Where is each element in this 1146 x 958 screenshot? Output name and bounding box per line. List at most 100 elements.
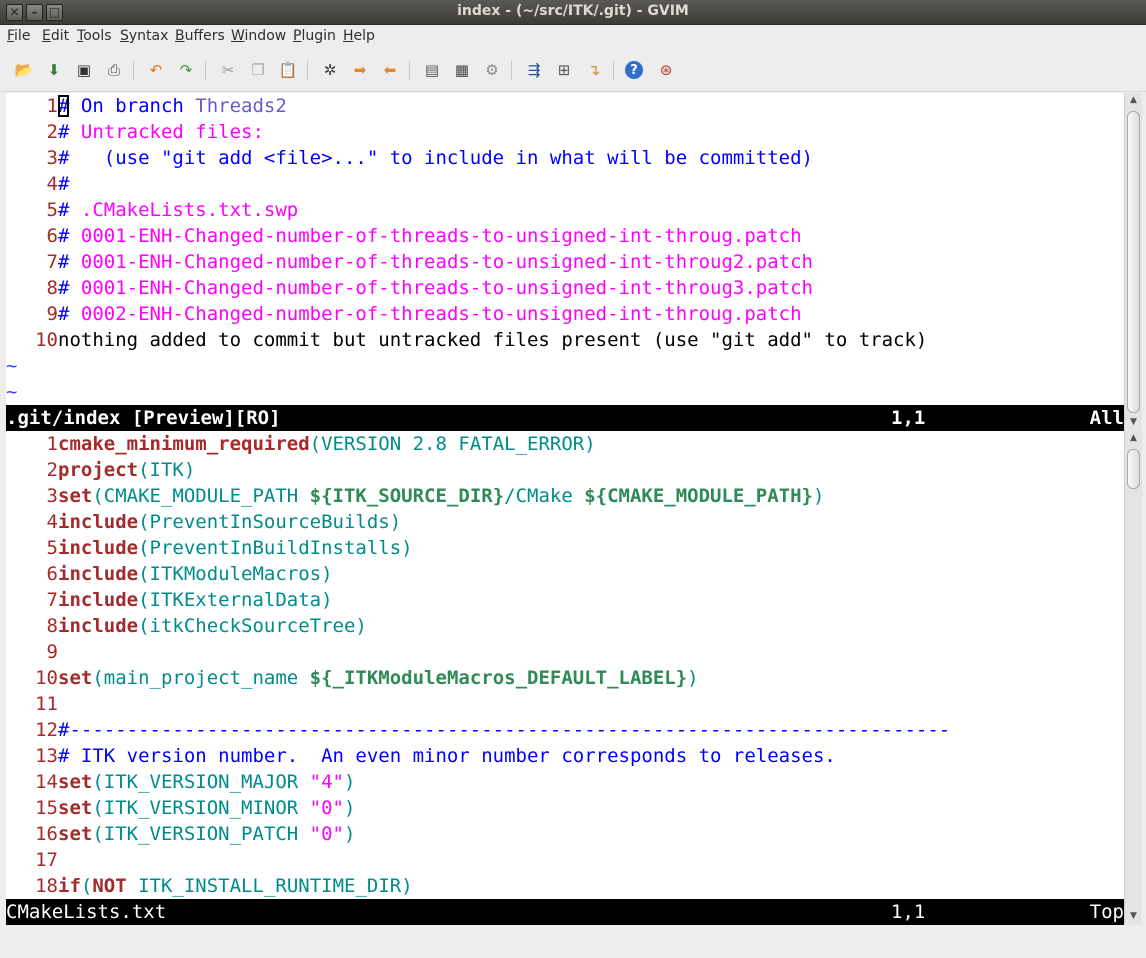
find-replace-icon[interactable]: ✲ — [319, 59, 341, 81]
menu-help[interactable]: Help — [343, 28, 375, 44]
code-token: (ITK_VERSION_MINOR — [92, 797, 310, 819]
save-session-icon[interactable]: ▦ — [451, 59, 473, 81]
code-line[interactable]: 5 # .CMakeLists.txt.swp — [6, 197, 1124, 223]
empty-line-marker: ~ — [6, 381, 18, 403]
code-line[interactable]: 10 set(main_project_name ${_ITKModuleMacr… — [6, 665, 1124, 691]
code-line[interactable]: 1 cmake_minimum_required(VERSION 2.8 FATA… — [6, 431, 1124, 457]
menu-edit[interactable]: Edit — [42, 28, 69, 44]
scroll-down-icon[interactable]: ▼ — [1128, 911, 1139, 921]
code-line[interactable]: 3 set(CMAKE_MODULE_PATH ${ITK_SOURCE_DIR}… — [6, 483, 1124, 509]
menu-tools[interactable]: Tools — [77, 28, 112, 44]
code-token: set — [58, 485, 93, 507]
help-icon[interactable]: ? — [625, 61, 643, 79]
open-icon[interactable]: 📂 — [13, 59, 35, 81]
run-script-icon[interactable]: ⚙ — [481, 59, 503, 81]
code-line[interactable]: 5 include(PreventInBuildInstalls) — [6, 535, 1124, 561]
code-line[interactable]: 15 set(ITK_VERSION_MINOR "0") — [6, 795, 1124, 821]
tags-icon[interactable]: ↴ — [583, 59, 605, 81]
code-line[interactable]: 8 # 0001-ENH-Changed-number-of-threads-to… — [6, 275, 1124, 301]
code-token: include — [58, 615, 139, 637]
line-number: 5 — [46, 537, 58, 559]
redo-icon[interactable]: ↷ — [175, 59, 197, 81]
line-text: # ITK version number. An even minor numb… — [58, 743, 836, 769]
code-token: cmake_minimum_required — [58, 433, 310, 455]
shell-icon[interactable]: ⊞ — [553, 59, 575, 81]
preview-scrollbar[interactable]: ▲ ▼ — [1124, 93, 1142, 431]
menu-buffers[interactable]: Buffers — [175, 28, 225, 44]
scroll-down-icon[interactable]: ▼ — [1128, 417, 1139, 427]
find-next-icon[interactable]: ➡ — [349, 59, 371, 81]
main-status-line: CMakeLists.txt 1,1 Top — [6, 899, 1124, 925]
save-icon[interactable]: ⬇ — [43, 59, 65, 81]
code-line[interactable]: 6 # 0001-ENH-Changed-number-of-threads-to… — [6, 223, 1124, 249]
find-help-icon[interactable]: ⊛ — [655, 59, 677, 81]
line-text: #---------------------------------------… — [58, 717, 950, 743]
preview-pane[interactable]: 1 # On branch Threads2 2 # Untracked files:… — [6, 93, 1124, 405]
code-line[interactable]: 2 project(ITK) — [6, 457, 1124, 483]
menu-label: ools — [83, 28, 112, 44]
code-line[interactable]: 17 — [6, 847, 1124, 873]
code-line[interactable]: 11 — [6, 691, 1124, 717]
menu-label: dit — [50, 28, 70, 44]
save-all-icon[interactable]: ▣ — [73, 59, 95, 81]
code-line[interactable]: 12 #-------------------------------------… — [6, 717, 1124, 743]
line-text: cmake_minimum_required(VERSION 2.8 FATAL… — [58, 431, 596, 457]
paste-icon[interactable]: 📋 — [277, 59, 299, 81]
code-token: set — [58, 667, 93, 689]
code-line[interactable]: 13 # ITK version number. An even minor nu… — [6, 743, 1124, 769]
code-line[interactable]: 7 include(ITKExternalData) — [6, 587, 1124, 613]
menu-syntax[interactable]: Syntax — [120, 28, 168, 44]
code-token: (VERSION 2.8 FATAL_ERROR) — [309, 433, 596, 455]
line-text: set(CMAKE_MODULE_PATH ${ITK_SOURCE_DIR}/… — [58, 483, 824, 509]
code-line[interactable]: 3 # (use "git add <file>..." to include i… — [6, 145, 1124, 171]
code-line[interactable]: 9 # 0002-ENH-Changed-number-of-threads-to… — [6, 301, 1124, 327]
command-line[interactable] — [6, 925, 1124, 958]
code-line[interactable]: 10 nothing added to commit but untracked … — [6, 327, 1124, 353]
menu-window[interactable]: Window — [231, 28, 286, 44]
scroll-up-icon[interactable]: ▲ — [1128, 95, 1139, 105]
code-line[interactable]: 18 if(NOT ITK_INSTALL_RUNTIME_DIR) — [6, 873, 1124, 899]
load-session-icon[interactable]: ▤ — [421, 59, 443, 81]
menu-plugin[interactable]: Plugin — [293, 28, 336, 44]
code-token: # — [58, 121, 81, 143]
scrollbar-thumb[interactable] — [1127, 111, 1140, 413]
line-text: # 0002-ENH-Changed-number-of-threads-to-… — [58, 301, 802, 327]
copy-icon[interactable]: ❐ — [247, 59, 269, 81]
line-text: include(PreventInBuildInstalls) — [58, 535, 413, 561]
menu-mnemonic: S — [120, 28, 129, 44]
code-token: ) — [344, 797, 356, 819]
find-prev-icon[interactable]: ⬅ — [379, 59, 401, 81]
make-icon[interactable]: ⇶ — [523, 59, 545, 81]
code-line[interactable]: 16 set(ITK_VERSION_PATCH "0") — [6, 821, 1124, 847]
code-line[interactable]: 14 set(ITK_VERSION_MAJOR "4") — [6, 769, 1124, 795]
code-token: ) — [344, 771, 356, 793]
cut-icon[interactable]: ✂ — [217, 59, 239, 81]
code-line[interactable]: 2 # Untracked files: — [6, 119, 1124, 145]
menu-file[interactable]: File — [7, 28, 30, 44]
scroll-up-icon[interactable]: ▲ — [1128, 433, 1139, 443]
code-line[interactable]: 9 — [6, 639, 1124, 665]
line-text: # On branch Threads2 — [58, 93, 287, 119]
undo-icon[interactable]: ↶ — [145, 59, 167, 81]
line-text: # 0001-ENH-Changed-number-of-threads-to-… — [58, 275, 813, 301]
menu-mnemonic: W — [231, 28, 245, 44]
line-number: 6 — [46, 563, 58, 585]
line-number: 13 — [35, 745, 58, 767]
main-scrollbar[interactable]: ▲ ▼ — [1124, 431, 1142, 925]
code-line[interactable]: 1 # On branch Threads2 — [6, 93, 1124, 119]
code-token: ${CMAKE_MODULE_PATH} — [584, 485, 813, 507]
main-editor-pane[interactable]: 1 cmake_minimum_required(VERSION 2.8 FATA… — [6, 431, 1124, 899]
print-icon[interactable]: ⎙ — [103, 59, 125, 81]
code-line[interactable]: 6 include(ITKModuleMacros) — [6, 561, 1124, 587]
code-token: .CMakeLists.txt.swp — [80, 199, 299, 221]
code-token: set — [58, 797, 93, 819]
code-line[interactable]: 4 # — [6, 171, 1124, 197]
code-line[interactable]: 7 # 0001-ENH-Changed-number-of-threads-to… — [6, 249, 1124, 275]
line-text: # 0001-ENH-Changed-number-of-threads-to-… — [58, 223, 802, 249]
code-line[interactable]: 8 include(itkCheckSourceTree) — [6, 613, 1124, 639]
code-line[interactable]: 4 include(PreventInSourceBuilds) — [6, 509, 1124, 535]
scrollbar-thumb[interactable] — [1127, 449, 1140, 489]
line-number: 17 — [35, 849, 58, 871]
code-token: nothing added to commit but untracked fi… — [58, 329, 928, 351]
menu-label: yntax — [128, 28, 169, 44]
